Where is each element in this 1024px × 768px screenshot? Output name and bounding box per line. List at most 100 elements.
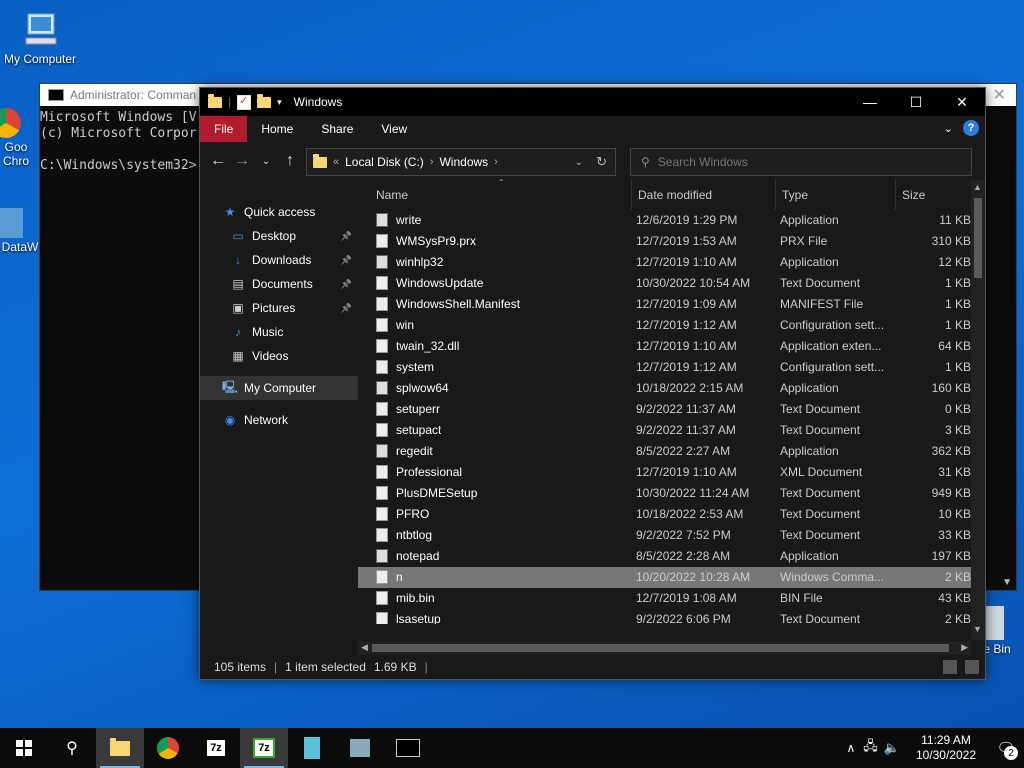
- customize-quick-access-icon[interactable]: ▾: [277, 97, 282, 108]
- cmd-close-icon[interactable]: ✕: [993, 85, 1006, 105]
- column-header-name[interactable]: Name: [370, 180, 632, 210]
- taskbar-chrome[interactable]: [144, 728, 192, 768]
- help-icon[interactable]: ?: [963, 120, 979, 136]
- file-row[interactable]: n 10/20/2022 10:28 AM Windows Comma... 2 KB: [358, 567, 971, 588]
- nav-item-music[interactable]: ♪ Music: [200, 320, 358, 344]
- nav-item-network[interactable]: ◉ Network: [200, 408, 358, 432]
- nav-item-desktop[interactable]: ▭ Desktop 📌: [200, 224, 358, 248]
- file-row[interactable]: mib.bin 12/7/2019 1:08 AM BIN File 43 KB: [358, 588, 971, 609]
- desktop-icon-my-computer[interactable]: My Computer: [0, 10, 80, 66]
- scroll-right-icon[interactable]: ▶: [961, 642, 968, 653]
- file-row[interactable]: WindowsUpdate 10/30/2022 10:54 AM Text Doc…: [358, 273, 971, 294]
- file-row[interactable]: PFRO 10/18/2022 2:53 AM Text Document 10 KB: [358, 504, 971, 525]
- breadcrumb-local-disk[interactable]: Local Disk (C:): [345, 155, 424, 169]
- vertical-scrollbar[interactable]: ▲ ▼: [971, 180, 985, 640]
- file-row[interactable]: notepad 8/5/2022 2:28 AM Application 197 KB: [358, 546, 971, 567]
- properties-icon[interactable]: [237, 94, 252, 110]
- scroll-down-icon[interactable]: ▼: [973, 624, 982, 634]
- pin-icon[interactable]: 📌: [341, 303, 352, 314]
- maximize-button[interactable]: ☐: [893, 88, 939, 116]
- minimize-button[interactable]: —: [847, 88, 893, 116]
- file-row[interactable]: PlusDMESetup 10/30/2022 11:24 AM Text Docu…: [358, 483, 971, 504]
- tab-file[interactable]: File: [200, 116, 248, 142]
- file-row[interactable]: system 12/7/2019 1:12 AM Configuration set…: [358, 357, 971, 378]
- cmd-scroll-down-icon[interactable]: ▼: [1002, 577, 1012, 588]
- expand-ribbon-icon[interactable]: ⌄: [944, 122, 953, 135]
- address-overflow[interactable]: «: [333, 156, 339, 168]
- search-input[interactable]: [655, 154, 960, 170]
- scroll-up-icon[interactable]: ▲: [973, 182, 982, 192]
- up-button[interactable]: ↑: [278, 152, 302, 170]
- nav-item-videos[interactable]: ▦ Videos: [200, 344, 358, 368]
- clock[interactable]: 11:29 AM 10/30/2022: [916, 733, 976, 763]
- desktop-icon-google-chrome[interactable]: Goo Chro: [0, 108, 36, 168]
- taskbar-datawarehouse[interactable]: [288, 728, 336, 768]
- taskbar-network-setup[interactable]: [336, 728, 384, 768]
- large-icons-view-icon[interactable]: [965, 660, 979, 674]
- new-folder-icon[interactable]: [257, 93, 272, 108]
- file-row[interactable]: ntbtlog 9/2/2022 7:52 PM Text Document 33 K…: [358, 525, 971, 546]
- file-row[interactable]: write 12/6/2019 1:29 PM Application 11 KB: [358, 210, 971, 231]
- show-hidden-icons-icon[interactable]: ∧: [846, 741, 855, 755]
- column-header-date[interactable]: Date modified: [632, 180, 776, 210]
- file-explorer-window[interactable]: | ▾ Windows — ☐ ✕ File Home Share View ⌄…: [199, 87, 986, 680]
- taskbar-7zip[interactable]: 7z: [192, 728, 240, 768]
- file-row[interactable]: Professional 12/7/2019 1:10 AM XML Documen…: [358, 462, 971, 483]
- action-center-button[interactable]: 🗨 2: [988, 728, 1024, 768]
- chevron-right-icon[interactable]: ›: [430, 156, 434, 168]
- nav-item-downloads[interactable]: ↓ Downloads 📌: [200, 248, 358, 272]
- pin-icon[interactable]: 📌: [341, 255, 352, 266]
- scroll-left-icon[interactable]: ◀: [361, 642, 368, 653]
- explorer-titlebar[interactable]: | ▾ Windows — ☐ ✕: [200, 88, 985, 116]
- chevron-right-icon[interactable]: ›: [494, 156, 498, 168]
- 7zip-icon: 7z: [207, 740, 225, 756]
- horizontal-scrollbar[interactable]: ◀ ▶: [358, 641, 971, 655]
- start-button[interactable]: [0, 728, 48, 768]
- back-button[interactable]: ←: [206, 152, 230, 170]
- file-row[interactable]: winhlp32 12/7/2019 1:10 AM Application 12 K…: [358, 252, 971, 273]
- nav-item-label: Network: [244, 413, 289, 427]
- file-row[interactable]: twain_32.dll 12/7/2019 1:10 AM Application…: [358, 336, 971, 357]
- tab-share[interactable]: Share: [307, 116, 367, 142]
- file-row[interactable]: splwow64 10/18/2022 2:15 AM Application 160…: [358, 378, 971, 399]
- file-row[interactable]: WMSysPr9.prx 12/7/2019 1:53 AM PRX File 310…: [358, 231, 971, 252]
- refresh-icon[interactable]: ↻: [596, 154, 607, 170]
- scrollbar-thumb[interactable]: [372, 644, 949, 652]
- column-header-size[interactable]: Size: [896, 180, 966, 210]
- file-name: winhlp32: [396, 255, 444, 269]
- taskbar-file-explorer[interactable]: [96, 728, 144, 768]
- recent-locations-button[interactable]: ⌄: [254, 156, 278, 167]
- tab-home[interactable]: Home: [247, 116, 307, 142]
- file-row[interactable]: lsasetup 9/2/2022 6:06 PM Text Document 2 K…: [358, 609, 971, 624]
- desktop-icon-datawarehouse[interactable]: DataW: [0, 208, 40, 254]
- address-dropdown-icon[interactable]: ⌄: [575, 157, 583, 168]
- details-view-icon[interactable]: [943, 660, 957, 674]
- address-bar[interactable]: « Local Disk (C:) › Windows › ⌄ ↻: [306, 148, 616, 176]
- pin-icon[interactable]: 📌: [341, 279, 352, 290]
- file-date: 9/2/2022 7:52 PM: [636, 528, 731, 542]
- nav-item-quick-access[interactable]: ★ Quick access: [200, 200, 358, 224]
- tab-view[interactable]: View: [367, 116, 421, 142]
- nav-item-my-computer[interactable]: 🖳 My Computer: [200, 376, 358, 400]
- volume-icon[interactable]: 🔈: [884, 740, 900, 756]
- column-header-type[interactable]: Type: [776, 180, 896, 210]
- taskbar-cmd[interactable]: [384, 728, 432, 768]
- file-row[interactable]: win 12/7/2019 1:12 AM Configuration sett..…: [358, 315, 971, 336]
- status-bar: 105 items | 1 item selected 1.69 KB |: [200, 655, 985, 679]
- forward-button[interactable]: →: [230, 152, 254, 170]
- nav-item-documents[interactable]: ▤ Documents 📌: [200, 272, 358, 296]
- network-icon[interactable]: 🖧: [863, 737, 878, 759]
- breadcrumb-windows[interactable]: Windows: [439, 155, 488, 169]
- nav-item-pictures[interactable]: ▣ Pictures 📌: [200, 296, 358, 320]
- scrollbar-thumb[interactable]: [974, 198, 982, 278]
- file-row[interactable]: regedit 8/5/2022 2:27 AM Application 362 KB: [358, 441, 971, 462]
- search-button[interactable]: ⚲: [48, 728, 96, 768]
- search-box[interactable]: ⚲: [630, 148, 972, 176]
- pin-icon[interactable]: 📌: [341, 231, 352, 242]
- nav-item-label: Desktop: [252, 229, 297, 243]
- file-row[interactable]: setuperr 9/2/2022 11:37 AM Text Document 0 …: [358, 399, 971, 420]
- taskbar-7zip-fm[interactable]: 7z: [240, 728, 288, 768]
- file-row[interactable]: setupact 9/2/2022 11:37 AM Text Document 3 …: [358, 420, 971, 441]
- close-button[interactable]: ✕: [939, 88, 985, 116]
- file-row[interactable]: WindowsShell.Manifest 12/7/2019 1:09 AM MA…: [358, 294, 971, 315]
